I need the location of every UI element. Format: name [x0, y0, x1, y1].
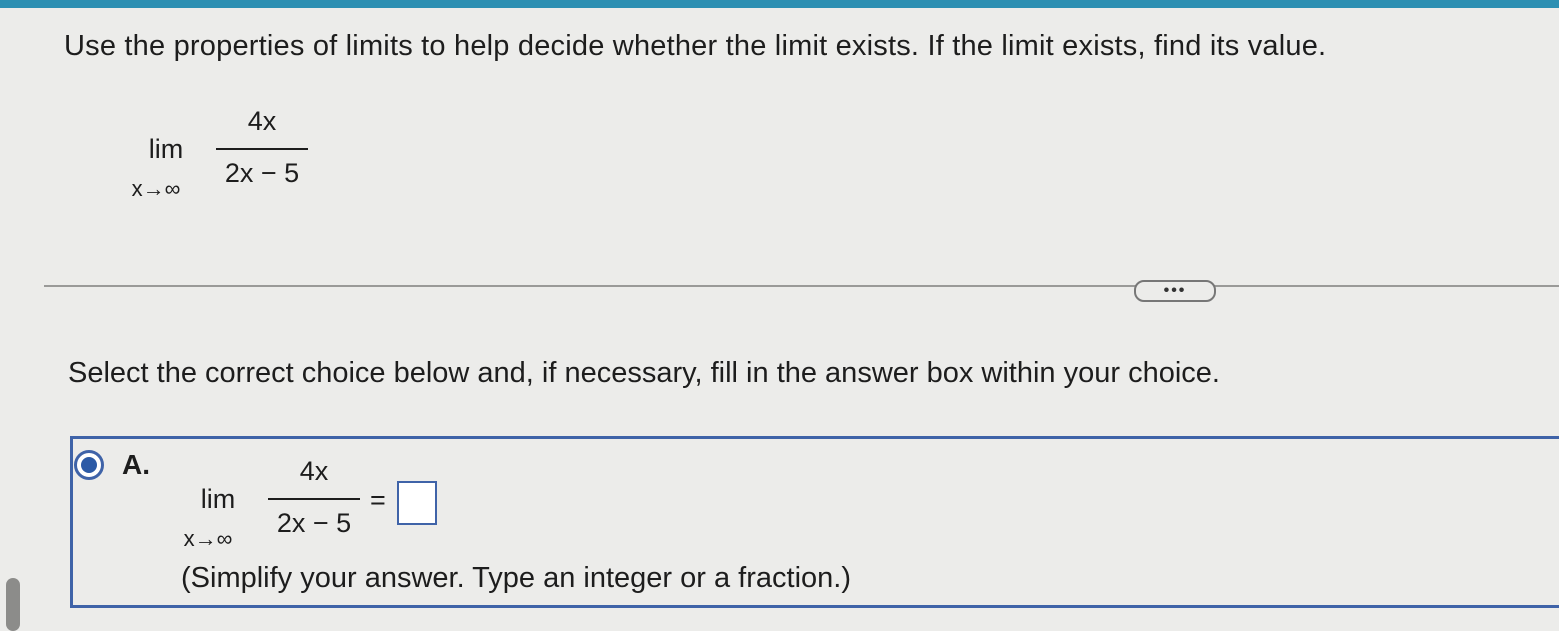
limit-fraction: 4x 2x − 5	[216, 106, 308, 196]
choice-a-letter: A.	[122, 449, 150, 480]
lim-subscript: x→∞	[183, 526, 233, 551]
fraction-numerator: 4x	[299, 456, 329, 486]
radio-selected-dot	[81, 457, 97, 473]
section-divider	[44, 285, 1559, 287]
fraction-denominator: 2x − 5	[276, 508, 352, 538]
limit-fraction: 4x 2x − 5	[268, 456, 360, 546]
more-options-button[interactable]: •••	[1134, 280, 1216, 302]
question-text: Use the properties of limits to help dec…	[64, 30, 1327, 62]
equals-sign: =	[370, 485, 386, 515]
limit-expression: lim x→∞ 4x 2x − 5	[126, 106, 326, 206]
fraction-denominator: 2x − 5	[224, 158, 300, 188]
lim-word: lim	[200, 484, 236, 514]
instruction-text: Select the correct choice below and, if …	[68, 357, 1220, 389]
fraction-numerator: 4x	[247, 106, 277, 136]
choice-a-expression: lim x→∞ 4x 2x − 5	[178, 456, 378, 556]
answer-hint: (Simplify your answer. Type an integer o…	[181, 562, 851, 594]
lim-word: lim	[148, 134, 184, 164]
top-accent-strip	[0, 0, 1559, 8]
scrollbar-thumb[interactable]	[6, 578, 20, 631]
fraction-bar	[216, 148, 308, 150]
answer-input[interactable]	[397, 481, 437, 525]
lim-subscript: x→∞	[131, 176, 181, 201]
choice-a-radio[interactable]	[74, 450, 104, 480]
fraction-bar	[268, 498, 360, 500]
